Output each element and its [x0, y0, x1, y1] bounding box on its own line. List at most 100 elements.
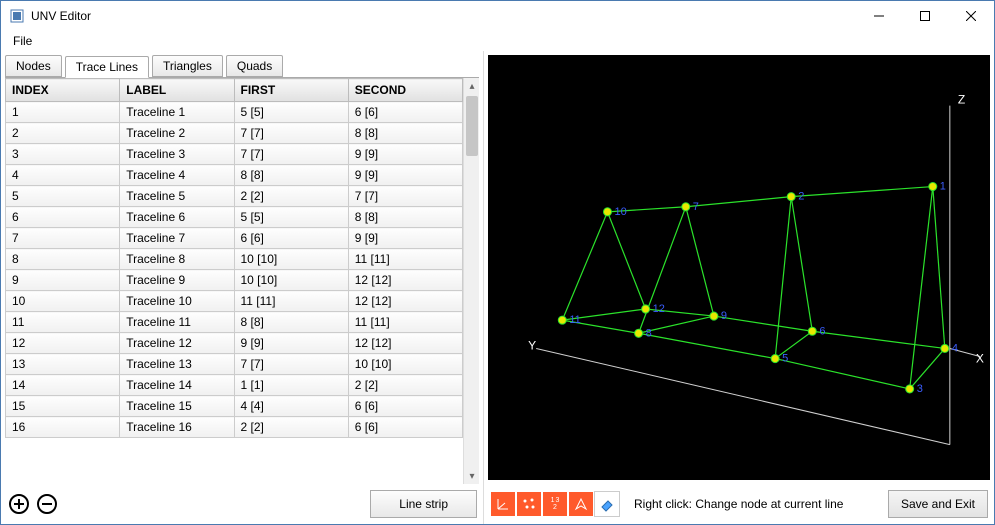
tool-eraser-icon[interactable] [594, 491, 620, 517]
cell-label[interactable]: Traceline 11 [120, 312, 234, 333]
col-header-index[interactable]: INDEX [6, 79, 120, 102]
cell-second[interactable]: 6 [6] [348, 396, 462, 417]
cell-label[interactable]: Traceline 6 [120, 207, 234, 228]
col-header-label[interactable]: LABEL [120, 79, 234, 102]
tab-quads[interactable]: Quads [226, 55, 283, 77]
cell-index[interactable]: 4 [6, 165, 120, 186]
table-row[interactable]: 6Traceline 65 [5]8 [8] [6, 207, 463, 228]
cell-first[interactable]: 2 [2] [234, 186, 348, 207]
cell-index[interactable]: 12 [6, 333, 120, 354]
cell-second[interactable]: 6 [6] [348, 102, 462, 123]
cell-second[interactable]: 9 [9] [348, 228, 462, 249]
cell-label[interactable]: Traceline 15 [120, 396, 234, 417]
tool-points-icon[interactable] [516, 491, 542, 517]
trace-lines-table[interactable]: INDEX LABEL FIRST SECOND 1Traceline 15 [… [5, 78, 463, 484]
cell-second[interactable]: 12 [12] [348, 291, 462, 312]
tool-axes-icon[interactable] [490, 491, 516, 517]
menu-file[interactable]: File [9, 34, 36, 48]
close-button[interactable] [948, 1, 994, 31]
cell-index[interactable]: 15 [6, 396, 120, 417]
cell-label[interactable]: Traceline 2 [120, 123, 234, 144]
cell-second[interactable]: 9 [9] [348, 144, 462, 165]
cell-first[interactable]: 7 [7] [234, 354, 348, 375]
cell-index[interactable]: 8 [6, 249, 120, 270]
cell-first[interactable]: 8 [8] [234, 312, 348, 333]
cell-first[interactable]: 9 [9] [234, 333, 348, 354]
cell-second[interactable]: 7 [7] [348, 186, 462, 207]
cell-first[interactable]: 1 [1] [234, 375, 348, 396]
cell-first[interactable]: 4 [4] [234, 396, 348, 417]
cell-first[interactable]: 10 [10] [234, 270, 348, 291]
cell-second[interactable]: 12 [12] [348, 270, 462, 291]
table-row[interactable]: 2Traceline 27 [7]8 [8] [6, 123, 463, 144]
table-row[interactable]: 5Traceline 52 [2]7 [7] [6, 186, 463, 207]
cell-label[interactable]: Traceline 8 [120, 249, 234, 270]
cell-index[interactable]: 10 [6, 291, 120, 312]
remove-row-button[interactable] [35, 492, 59, 516]
maximize-button[interactable] [902, 1, 948, 31]
cell-first[interactable]: 8 [8] [234, 165, 348, 186]
3d-viewport[interactable]: ZXY123456789101112 [488, 55, 990, 480]
cell-second[interactable]: 11 [11] [348, 249, 462, 270]
cell-first[interactable]: 5 [5] [234, 102, 348, 123]
cell-label[interactable]: Traceline 1 [120, 102, 234, 123]
tab-nodes[interactable]: Nodes [5, 55, 62, 77]
cell-label[interactable]: Traceline 4 [120, 165, 234, 186]
cell-first[interactable]: 2 [2] [234, 417, 348, 438]
cell-index[interactable]: 9 [6, 270, 120, 291]
cell-second[interactable]: 6 [6] [348, 417, 462, 438]
tool-shape-icon[interactable] [568, 491, 594, 517]
cell-second[interactable]: 2 [2] [348, 375, 462, 396]
cell-index[interactable]: 5 [6, 186, 120, 207]
table-row[interactable]: 1Traceline 15 [5]6 [6] [6, 102, 463, 123]
table-row[interactable]: 7Traceline 76 [6]9 [9] [6, 228, 463, 249]
col-header-second[interactable]: SECOND [348, 79, 462, 102]
cell-label[interactable]: Traceline 12 [120, 333, 234, 354]
table-row[interactable]: 10Traceline 1011 [11]12 [12] [6, 291, 463, 312]
cell-second[interactable]: 9 [9] [348, 165, 462, 186]
cell-second[interactable]: 10 [10] [348, 354, 462, 375]
scroll-up-icon[interactable]: ▴ [464, 78, 480, 94]
table-row[interactable]: 12Traceline 129 [9]12 [12] [6, 333, 463, 354]
cell-label[interactable]: Traceline 13 [120, 354, 234, 375]
cell-index[interactable]: 6 [6, 207, 120, 228]
cell-label[interactable]: Traceline 14 [120, 375, 234, 396]
scroll-down-icon[interactable]: ▾ [464, 468, 480, 484]
cell-label[interactable]: Traceline 7 [120, 228, 234, 249]
cell-first[interactable]: 7 [7] [234, 123, 348, 144]
cell-index[interactable]: 7 [6, 228, 120, 249]
cell-second[interactable]: 8 [8] [348, 207, 462, 228]
table-row[interactable]: 4Traceline 48 [8]9 [9] [6, 165, 463, 186]
cell-first[interactable]: 10 [10] [234, 249, 348, 270]
cell-index[interactable]: 14 [6, 375, 120, 396]
table-row[interactable]: 3Traceline 37 [7]9 [9] [6, 144, 463, 165]
save-and-exit-button[interactable]: Save and Exit [888, 490, 988, 518]
minimize-button[interactable] [856, 1, 902, 31]
line-strip-button[interactable]: Line strip [370, 490, 477, 518]
cell-first[interactable]: 11 [11] [234, 291, 348, 312]
cell-index[interactable]: 16 [6, 417, 120, 438]
table-scrollbar[interactable]: ▴ ▾ [463, 78, 479, 484]
cell-label[interactable]: Traceline 9 [120, 270, 234, 291]
cell-index[interactable]: 11 [6, 312, 120, 333]
add-row-button[interactable] [7, 492, 31, 516]
table-row[interactable]: 16Traceline 162 [2]6 [6] [6, 417, 463, 438]
cell-label[interactable]: Traceline 16 [120, 417, 234, 438]
table-row[interactable]: 13Traceline 137 [7]10 [10] [6, 354, 463, 375]
cell-index[interactable]: 3 [6, 144, 120, 165]
cell-second[interactable]: 11 [11] [348, 312, 462, 333]
cell-label[interactable]: Traceline 10 [120, 291, 234, 312]
cell-first[interactable]: 7 [7] [234, 144, 348, 165]
cell-index[interactable]: 2 [6, 123, 120, 144]
cell-first[interactable]: 5 [5] [234, 207, 348, 228]
cell-index[interactable]: 1 [6, 102, 120, 123]
scroll-thumb[interactable] [466, 96, 478, 156]
cell-index[interactable]: 13 [6, 354, 120, 375]
col-header-first[interactable]: FIRST [234, 79, 348, 102]
cell-label[interactable]: Traceline 5 [120, 186, 234, 207]
tool-numbers-icon[interactable]: 132 [542, 491, 568, 517]
cell-label[interactable]: Traceline 3 [120, 144, 234, 165]
table-row[interactable]: 14Traceline 141 [1]2 [2] [6, 375, 463, 396]
tab-triangles[interactable]: Triangles [152, 55, 223, 77]
table-row[interactable]: 9Traceline 910 [10]12 [12] [6, 270, 463, 291]
